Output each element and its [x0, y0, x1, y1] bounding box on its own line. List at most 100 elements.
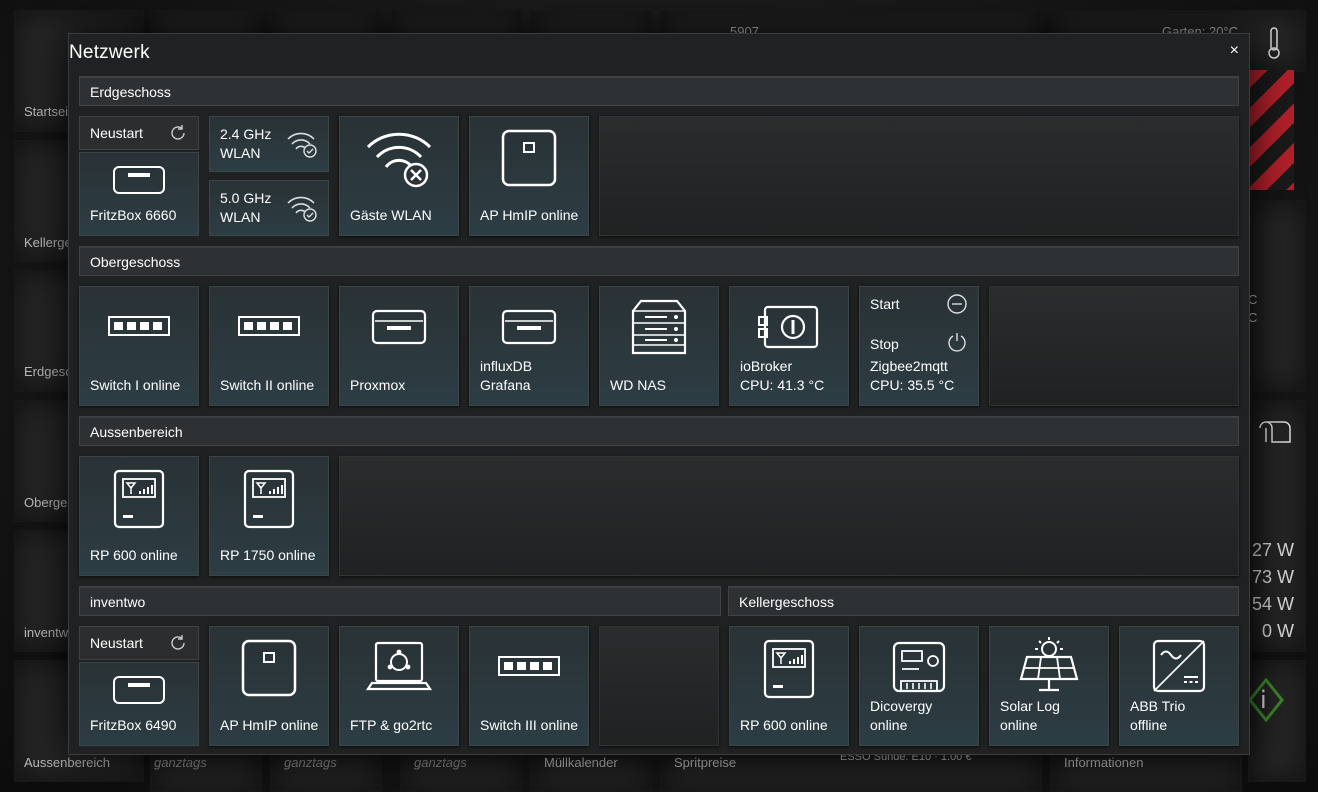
abb-trio-tile[interactable]: ABB Trio offline	[1119, 626, 1239, 746]
switch-1-tile[interactable]: Switch I online	[79, 286, 199, 406]
wd-nas-tile[interactable]: WD NAS	[599, 286, 719, 406]
network-switch-icon	[498, 656, 560, 676]
wlan-24-tile[interactable]: 2.4 GHz WLAN	[209, 116, 329, 172]
server-icon	[501, 309, 557, 345]
bg-label: Informationen	[1064, 755, 1144, 770]
inverter-icon	[1152, 639, 1206, 693]
ftp-go2rtc-tile[interactable]: FTP & go2rtc	[339, 626, 459, 746]
proxmox-tile[interactable]: Proxmox	[339, 286, 459, 406]
switch-3-tile[interactable]: Switch III online	[469, 626, 589, 746]
start-label: Start	[870, 296, 900, 312]
fritzbox-6490-tile[interactable]: FritzBox 6490	[79, 662, 199, 746]
solar-log-tile[interactable]: Solar Log online	[989, 626, 1109, 746]
tile-label: Zigbee2mqtt	[870, 358, 948, 374]
tile-label: WLAN	[220, 209, 261, 225]
tile-label: WLAN	[220, 145, 261, 161]
tile-label: Dicovergy	[870, 698, 933, 714]
network-dialog: Netzwerk × Erdgeschoss Obergeschoss Auss…	[68, 33, 1250, 755]
mailbox-icon	[1256, 418, 1294, 446]
svg-text:i: i	[1260, 686, 1267, 714]
ap-hmip-tile[interactable]: AP HmIP online	[469, 116, 589, 236]
bg-label: ganztags	[154, 755, 207, 770]
minus-circle-icon[interactable]	[946, 293, 968, 315]
wifi-check-icon	[287, 196, 317, 222]
guest-wlan-tile[interactable]: Gäste WLAN	[339, 116, 459, 236]
router-icon	[113, 166, 165, 194]
tile-label: 5.0 GHz	[220, 190, 272, 206]
access-point-icon	[501, 129, 557, 187]
tile-label: offline	[1130, 717, 1168, 733]
refresh-icon	[171, 125, 185, 140]
bg-power: 54 W	[1251, 594, 1294, 614]
bg-power: 27 W	[1251, 540, 1294, 560]
tile-label: Solar Log	[1000, 698, 1060, 714]
neustart-label: Neustart	[90, 635, 143, 651]
neustart-label: Neustart	[90, 125, 143, 141]
bg-label: Kellerge	[24, 235, 72, 250]
fritzbox-6660-tile[interactable]: FritzBox 6660	[79, 152, 199, 236]
tile-label: Switch II online	[220, 377, 315, 393]
tile-label: Gäste WLAN	[350, 207, 432, 223]
tile-label: FTP & go2rtc	[350, 717, 433, 733]
section-aussenbereich: Aussenbereich	[79, 416, 1239, 446]
tile-label: Grafana	[480, 377, 531, 393]
server-icon	[371, 309, 427, 345]
tile-label: FritzBox 6490	[90, 717, 177, 733]
empty-tile	[599, 116, 1239, 236]
info-icon: i	[1246, 672, 1286, 728]
router-icon	[113, 676, 165, 704]
bg-label: Müllkalender	[544, 755, 618, 770]
influxdb-grafana-tile[interactable]: influxDB Grafana	[469, 286, 589, 406]
bg-label: Aussenbereich	[24, 755, 110, 770]
rp600-tile[interactable]: RP 600 online	[79, 456, 199, 576]
dialog-title: Netzwerk	[69, 42, 150, 63]
empty-tile	[989, 286, 1239, 406]
zigbee2mqtt-tile: Start Stop Zigbee2mqtt CPU: 35.5 °C	[859, 286, 979, 406]
tile-label: AP HmIP online	[220, 717, 319, 733]
access-point-icon	[241, 639, 297, 697]
wifi-off-icon	[366, 132, 432, 188]
nas-icon	[631, 299, 687, 355]
power-icon[interactable]	[946, 331, 968, 353]
bg-label: Oberge	[24, 495, 68, 510]
bg-power: 73 W	[1251, 567, 1294, 587]
section-obergeschoss: Obergeschoss	[79, 246, 1239, 276]
neustart-button[interactable]: Neustart	[79, 116, 199, 150]
empty-tile	[339, 456, 1239, 576]
repeater-icon	[763, 639, 815, 699]
bg-label: ganztags	[414, 755, 467, 770]
tile-label: RP 600 online	[90, 547, 178, 563]
neustart-button[interactable]: Neustart	[79, 626, 199, 660]
section-erdgeschoss: Erdgeschoss	[79, 76, 1239, 106]
bg-label: inventw	[24, 625, 69, 640]
tile-label: Proxmox	[350, 377, 406, 393]
ap-hmip-tile[interactable]: AP HmIP online	[209, 626, 329, 746]
tile-label: CPU: 35.5 °C	[870, 377, 955, 393]
tile-label: influxDB	[480, 358, 533, 374]
tile-label: AP HmIP online	[480, 207, 579, 223]
tile-label: WD NAS	[610, 377, 666, 393]
energy-meter-icon	[892, 641, 946, 693]
tile-label: ABB Trio	[1130, 698, 1186, 714]
tile-label: online	[870, 717, 908, 733]
tile-label: Switch I online	[90, 377, 181, 393]
close-button[interactable]: ×	[1230, 42, 1239, 60]
wifi-check-icon	[287, 132, 317, 158]
switch-2-tile[interactable]: Switch II online	[209, 286, 329, 406]
bg-label: Startsei	[24, 104, 69, 119]
rp600-keller-tile[interactable]: RP 600 online	[729, 626, 849, 746]
tile-label: 2.4 GHz	[220, 126, 272, 142]
dicovergy-tile[interactable]: Dicovergy online	[859, 626, 979, 746]
network-switch-icon	[108, 316, 170, 336]
tile-label: RP 600 online	[740, 717, 828, 733]
section-kellergeschoss: Kellergeschoss	[728, 586, 1239, 616]
solar-panel-icon	[1019, 637, 1079, 692]
tile-label: FritzBox 6660	[90, 207, 177, 223]
rp1750-tile[interactable]: RP 1750 online	[209, 456, 329, 576]
tile-label: CPU: 41.3 °C	[740, 377, 825, 393]
refresh-icon	[171, 635, 185, 650]
iobroker-tile[interactable]: ioBroker CPU: 41.3 °C	[729, 286, 849, 406]
bg-power: 0 W	[1261, 621, 1294, 641]
tile-label: Switch III online	[480, 717, 579, 733]
wlan-50-tile[interactable]: 5.0 GHz WLAN	[209, 180, 329, 236]
